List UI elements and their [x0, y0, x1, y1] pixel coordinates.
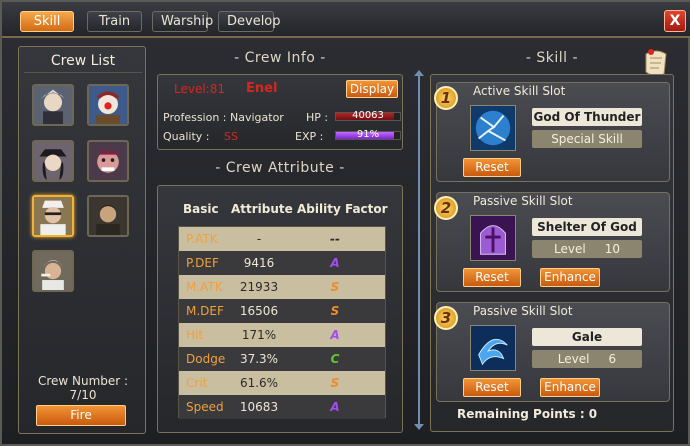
- attr-header-basic: Basic: [183, 202, 219, 216]
- attribute-row: P.DEF 9416 A: [179, 251, 385, 275]
- slot-3-skill-level: Level 6: [532, 350, 642, 368]
- hp-bar: 40063: [335, 110, 401, 121]
- exp-bar: 91%: [335, 129, 401, 140]
- attribute-value: 171%: [241, 328, 277, 342]
- slot-number-2: 2: [434, 196, 458, 220]
- attribute-row: Dodge 37.3% C: [179, 347, 385, 371]
- skill-window: Skill Train Warship Develop X Crew List …: [0, 0, 690, 446]
- ability-factor: A: [330, 256, 340, 270]
- slot-number-3: 3: [434, 306, 458, 330]
- remaining-points: Remaining Points : 0: [457, 407, 598, 421]
- attr-header-attribute: Attribute: [231, 202, 293, 216]
- slot-2-title: Passive Skill Slot: [473, 194, 573, 208]
- attribute-basic: P.ATK: [186, 232, 218, 246]
- attribute-basic: M.DEF: [186, 304, 224, 318]
- slot-3-reset-button[interactable]: Reset: [463, 378, 521, 397]
- slot-1-reset-button[interactable]: Reset: [463, 158, 521, 177]
- crew-portrait-7[interactable]: [32, 250, 74, 292]
- slot-3-skill-name: Gale: [532, 328, 642, 346]
- attribute-row: M.DEF 16506 S: [179, 299, 385, 323]
- scroll-divider: [418, 74, 420, 428]
- crew-portrait-4[interactable]: [87, 140, 129, 182]
- attribute-value: 37.3%: [239, 352, 279, 366]
- attr-header-ability-factor: Ability Factor: [297, 202, 388, 216]
- crew-profession: Profession : Navigator: [163, 111, 284, 124]
- attribute-basic: P.DEF: [186, 256, 219, 270]
- skill-title: - Skill -: [525, 50, 579, 66]
- ability-factor: A: [330, 328, 340, 342]
- attribute-basic: Speed: [186, 400, 224, 414]
- attribute-basic: Dodge: [186, 352, 226, 366]
- tab-skill[interactable]: Skill: [20, 11, 74, 32]
- attribute-value: -: [256, 232, 262, 246]
- display-button[interactable]: Display: [346, 80, 398, 98]
- ability-factor: S: [330, 304, 340, 318]
- quality-value: SS: [224, 130, 238, 143]
- crew-portrait-3[interactable]: [32, 140, 74, 182]
- slot-2-reset-button[interactable]: Reset: [463, 268, 521, 287]
- crew-portrait-6[interactable]: [87, 195, 129, 237]
- gale-skill-icon[interactable]: [470, 325, 516, 371]
- lightning-skill-icon[interactable]: [470, 105, 516, 151]
- attribute-value: 16506: [239, 304, 279, 318]
- scroll-down-arrow-icon: [414, 424, 424, 430]
- slot-3-enhance-button[interactable]: Enhance: [540, 378, 600, 397]
- slot-2-enhance-button[interactable]: Enhance: [540, 268, 600, 287]
- crew-info-title: - Crew Info -: [234, 50, 326, 66]
- ability-factor: A: [330, 400, 340, 414]
- shelter-skill-icon[interactable]: [470, 215, 516, 261]
- ability-factor: S: [330, 376, 340, 390]
- slot-2-skill-name: Shelter Of God: [532, 218, 642, 236]
- attribute-value: 61.6%: [239, 376, 279, 390]
- attribute-value: 21933: [239, 280, 279, 294]
- slot-2-skill-level: Level 10: [532, 240, 642, 258]
- crew-attribute-title: - Crew Attribute -: [215, 160, 345, 176]
- attribute-row: M.ATK 21933 S: [179, 275, 385, 299]
- ability-factor: --: [330, 232, 340, 246]
- scroll-up-arrow-icon: [414, 70, 424, 76]
- crew-name: Enel: [246, 81, 278, 96]
- attribute-basic: Hit: [186, 328, 204, 342]
- crew-portrait-2[interactable]: [87, 84, 129, 126]
- crew-level: Level:81: [174, 82, 225, 96]
- quality-label: Quality :: [163, 130, 210, 143]
- crew-number-label: Crew Number :: [37, 374, 129, 388]
- crew-number: Crew Number : 7/10: [24, 374, 142, 402]
- slot-1-title: Active Skill Slot: [473, 84, 566, 98]
- tab-train[interactable]: Train: [87, 11, 142, 32]
- crew-list-title: Crew List: [24, 53, 142, 73]
- exp-label: EXP :: [295, 130, 324, 143]
- fire-button[interactable]: Fire: [36, 405, 126, 426]
- crew-portrait-5-selected[interactable]: [32, 195, 74, 237]
- slot-1-skill-name: God Of Thunder: [532, 108, 642, 126]
- attribute-basic: Crit: [186, 376, 208, 390]
- attribute-value: 9416: [243, 256, 275, 270]
- attribute-row: P.ATK - --: [179, 227, 385, 251]
- ability-factor: S: [330, 280, 340, 294]
- attribute-row: Crit 61.6% S: [179, 371, 385, 395]
- attribute-table: P.ATK - -- P.DEF 9416 A M.ATK 21933 S M.DEF 16506 S…: [178, 226, 386, 419]
- slot-number-1: 1: [434, 86, 458, 110]
- ability-factor: C: [330, 352, 340, 366]
- attribute-value: 10683: [239, 400, 279, 414]
- attribute-row: Hit 171% A: [179, 323, 385, 347]
- tab-warship[interactable]: Warship: [152, 11, 213, 32]
- tab-bar: Skill Train Warship Develop X: [2, 2, 690, 38]
- crew-portrait-1[interactable]: [32, 84, 74, 126]
- attribute-row: Speed 10683 A: [179, 395, 385, 419]
- slot-3-title: Passive Skill Slot: [473, 304, 573, 318]
- crew-number-value: 7/10: [69, 388, 97, 402]
- slot-1-skill-type: Special Skill: [532, 130, 642, 148]
- attribute-basic: M.ATK: [186, 280, 223, 294]
- hp-label: HP :: [306, 111, 329, 124]
- tab-develop[interactable]: Develop: [218, 11, 281, 32]
- close-button[interactable]: X: [664, 10, 686, 32]
- exp-value: 91%: [356, 129, 380, 140]
- hp-value: 40063: [352, 110, 384, 121]
